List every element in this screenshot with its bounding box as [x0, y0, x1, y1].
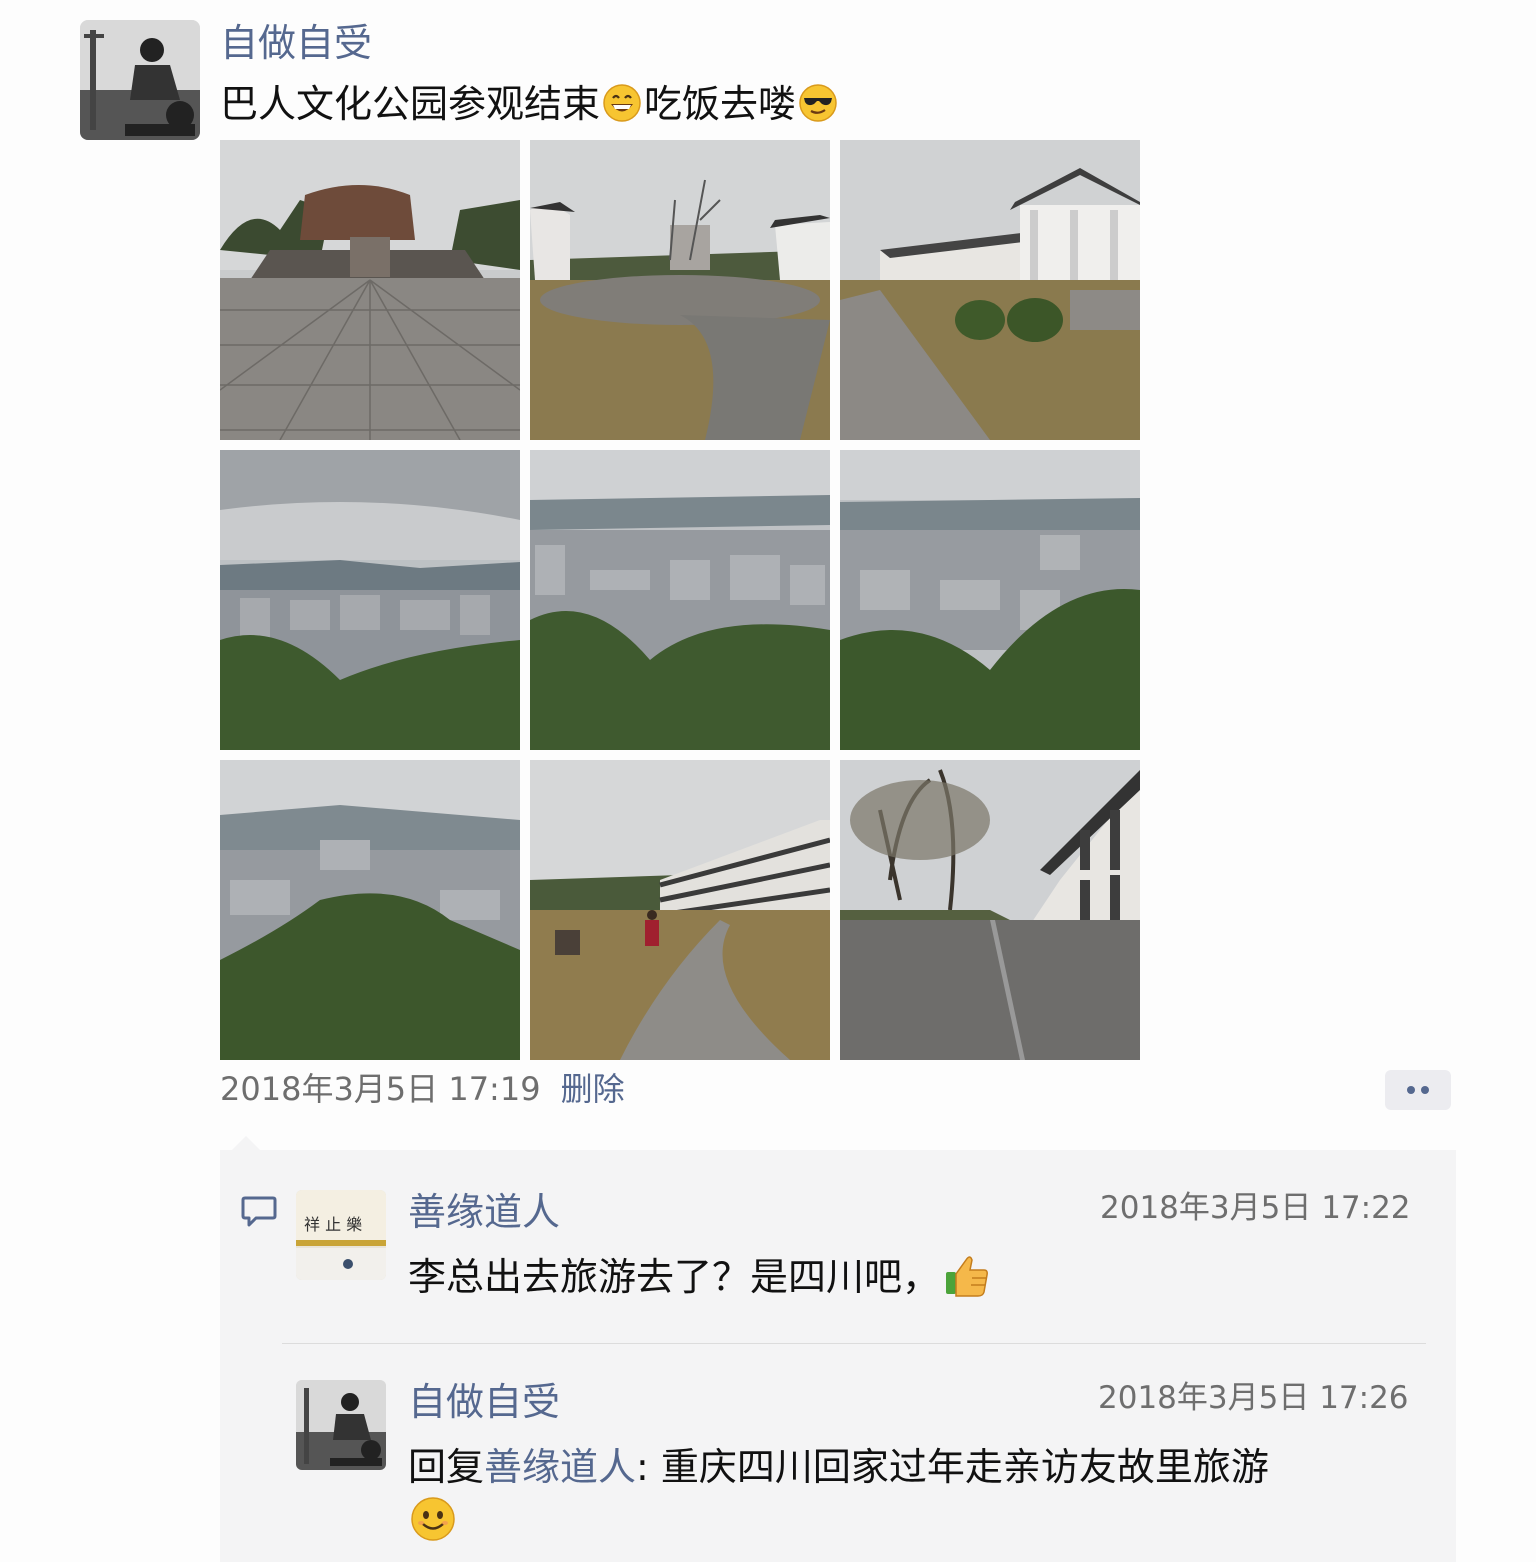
comment-1-avatar[interactable]: 祥 止 樂 [296, 1190, 386, 1280]
post-text-part2: 吃饭去喽 [644, 82, 797, 126]
thumbs-up-emoji-icon [946, 1256, 988, 1297]
photo-1-plaza-monument[interactable] [220, 140, 520, 440]
photo-4-city-view[interactable] [220, 450, 520, 750]
photo-3-corridor-pavilion[interactable] [840, 140, 1140, 440]
comment-bubble-icon [241, 1196, 277, 1227]
comment-divider [282, 1343, 1426, 1344]
photo-2-pavilions-path[interactable] [530, 140, 830, 440]
photo-9-street-buildings[interactable] [840, 760, 1140, 1060]
photo-8-building-path-walker[interactable] [530, 760, 830, 1060]
comment-2-avatar[interactable] [296, 1380, 386, 1470]
comment-2-time: 2018年3月5日 17:26 [1098, 1380, 1409, 1416]
delete-link[interactable]: 删除 [561, 1070, 625, 1108]
comment-1-text-row: 李总出去旅游去了？是四川吧， [408, 1250, 994, 1304]
comment-2-author[interactable]: 自做自受 [408, 1378, 560, 1426]
post-text: 巴人文化公园参观结束 吃饭去喽 [220, 78, 840, 130]
more-button[interactable] [1385, 1070, 1451, 1110]
post-author-avatar[interactable] [80, 20, 200, 140]
photo-7-city-view[interactable] [220, 760, 520, 1060]
sunglasses-face-emoji-icon [799, 84, 837, 122]
photo-6-city-view[interactable] [840, 450, 1140, 750]
post-text-part1: 巴人文化公园参观结束 [220, 82, 601, 126]
post-timestamp: 2018年3月5日 17:19 [220, 1070, 541, 1108]
post-author-name[interactable]: 自做自受 [220, 18, 372, 68]
grinning-face-emoji-icon [603, 84, 641, 122]
more-dot-icon [1407, 1086, 1415, 1094]
comment-2-reply-to[interactable]: 善缘道人 [484, 1445, 636, 1489]
smiling-face-emoji-icon [411, 1497, 455, 1541]
comment-1-author[interactable]: 善缘道人 [408, 1188, 560, 1236]
svg-text:祥 止 樂: 祥 止 樂 [304, 1215, 362, 1234]
photo-5-city-view[interactable] [530, 450, 830, 750]
post-meta: 2018年3月5日 17:19 删除 [220, 1068, 625, 1110]
comment-1-time: 2018年3月5日 17:22 [1100, 1190, 1411, 1226]
comment-area-caret [232, 1136, 260, 1150]
photo-grid [220, 140, 1140, 1060]
more-dot-icon [1421, 1086, 1429, 1094]
comment-1-text: 李总出去旅游去了？是四川吧， [408, 1255, 941, 1299]
comment-2-reply-prefix: 回复 [408, 1445, 485, 1489]
comment-2-text-block: 回复善缘道人: 重庆四川回家过年走亲访友故里旅游 [408, 1440, 1438, 1548]
comment-2-text: : 重庆四川回家过年走亲访友故里旅游 [636, 1445, 1269, 1489]
